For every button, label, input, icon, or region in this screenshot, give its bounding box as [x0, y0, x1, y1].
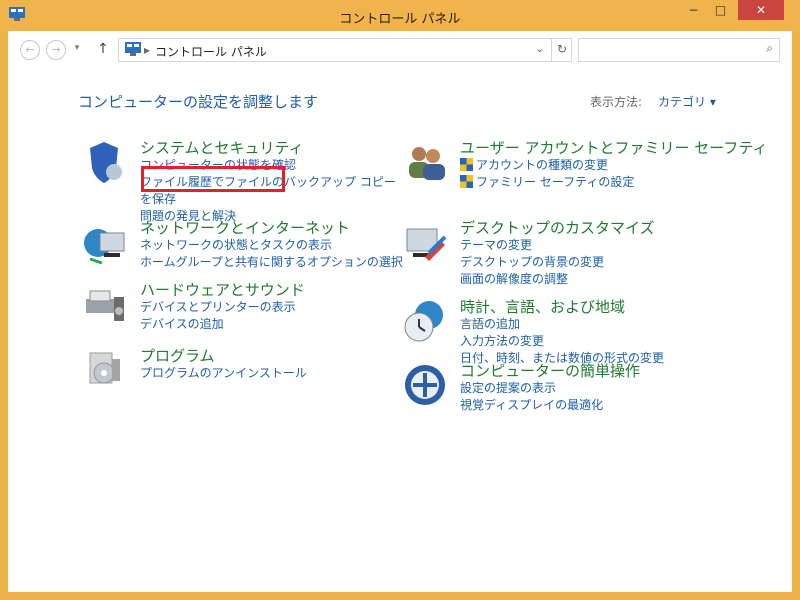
category-title[interactable]: ネットワークとインターネット — [140, 219, 420, 237]
category-title[interactable]: コンピューターの簡単操作 — [460, 362, 780, 380]
refresh-icon[interactable]: ↻ — [557, 42, 567, 56]
category-clock-language-region: 時計、言語、および地域 言語の追加 入力方法の変更 日付、時刻、または数値の形式… — [460, 298, 780, 367]
forward-arrow-icon[interactable]: → — [46, 40, 66, 60]
recent-locations-dropdown[interactable]: ▾ — [71, 41, 83, 55]
category-link[interactable]: プログラムのアンインストール — [140, 365, 400, 382]
category-link[interactable]: ファミリー セーフティの設定 — [460, 174, 780, 191]
control-panel-small-icon — [125, 42, 141, 56]
user-accounts-icon[interactable] — [401, 138, 449, 186]
category-link[interactable]: 視覚ディスプレイの最適化 — [460, 397, 780, 414]
search-icon[interactable]: ⌕ — [766, 41, 773, 56]
category-link[interactable]: アカウントの種類の変更 — [460, 157, 780, 174]
hardware-sound-icon[interactable] — [80, 281, 128, 329]
address-bar[interactable]: ▸ コントロール パネル ⌄ ↻ — [118, 38, 572, 62]
clock-language-region-icon[interactable] — [401, 297, 449, 345]
category-network-internet: ネットワークとインターネット ネットワークの状態とタスクの表示 ホームグループと… — [140, 219, 420, 271]
category-title[interactable]: デスクトップのカスタマイズ — [460, 219, 760, 237]
category-title[interactable]: 時計、言語、および地域 — [460, 298, 780, 316]
category-link[interactable]: 言語の追加 — [460, 316, 780, 333]
programs-icon[interactable] — [80, 345, 128, 393]
category-link[interactable]: ホームグループと共有に関するオプションの選択 — [140, 254, 420, 271]
breadcrumb-separator-icon: ▸ — [144, 43, 151, 57]
view-by-value[interactable]: カテゴリ — [658, 95, 706, 109]
category-link[interactable]: デスクトップの背景の変更 — [460, 254, 760, 271]
up-arrow-icon[interactable]: ↑ — [95, 40, 111, 58]
close-button[interactable]: ✕ — [738, 0, 784, 20]
view-by-label: 表示方法: — [590, 95, 643, 109]
network-internet-icon[interactable] — [80, 219, 128, 267]
address-divider — [551, 39, 552, 61]
search-input[interactable] — [583, 41, 757, 59]
maximize-button[interactable]: □ — [707, 0, 734, 20]
breadcrumb[interactable]: コントロール パネル — [155, 43, 267, 60]
link-label[interactable]: アカウントの種類の変更 — [476, 158, 608, 172]
category-programs: プログラム プログラムのアンインストール — [140, 347, 400, 382]
category-title[interactable]: ユーザー アカウントとファミリー セーフティ — [460, 139, 780, 157]
chevron-down-icon[interactable]: ▾ — [710, 95, 716, 109]
category-title[interactable]: プログラム — [140, 347, 400, 365]
link-label[interactable]: ファミリー セーフティの設定 — [476, 175, 634, 189]
search-box[interactable]: ⌕ — [578, 38, 780, 62]
category-ease-of-access: コンピューターの簡単操作 設定の提案の表示 視覚ディスプレイの最適化 — [460, 362, 780, 414]
uac-shield-icon — [460, 158, 473, 171]
address-dropdown-icon[interactable]: ⌄ — [535, 42, 544, 55]
highlight-box — [141, 166, 285, 192]
category-link[interactable]: デバイスの追加 — [140, 316, 400, 333]
category-link[interactable]: 入力方法の変更 — [460, 333, 780, 350]
back-arrow-icon[interactable]: ← — [20, 40, 40, 60]
category-hardware-sound: ハードウェアとサウンド デバイスとプリンターの表示 デバイスの追加 — [140, 281, 400, 333]
category-title[interactable]: システムとセキュリティ — [140, 139, 400, 157]
category-link[interactable]: 設定の提案の表示 — [460, 380, 780, 397]
category-desktop-customization: デスクトップのカスタマイズ テーマの変更 デスクトップの背景の変更 画面の解像度… — [460, 219, 760, 288]
category-link[interactable]: ネットワークの状態とタスクの表示 — [140, 237, 420, 254]
minimize-button[interactable]: − — [680, 0, 707, 20]
client-area: ← → ▾ ↑ ▸ コントロール パネル ⌄ ↻ ⌕ コンピューターの設定を調整… — [8, 31, 792, 592]
category-link[interactable]: デバイスとプリンターの表示 — [140, 299, 400, 316]
system-security-icon[interactable] — [80, 138, 128, 186]
page-title: コンピューターの設定を調整します — [78, 93, 319, 111]
title-bar[interactable]: コントロール パネル − □ ✕ — [0, 0, 800, 31]
category-link[interactable]: テーマの変更 — [460, 237, 760, 254]
uac-shield-icon — [460, 175, 473, 188]
desktop-customization-icon[interactable] — [401, 219, 449, 267]
navigation-bar: ← → ▾ ↑ ▸ コントロール パネル ⌄ ↻ ⌕ — [8, 31, 792, 67]
category-title[interactable]: ハードウェアとサウンド — [140, 281, 400, 299]
control-panel-window: コントロール パネル − □ ✕ ← → ▾ ↑ ▸ コントロール パネル ⌄ … — [0, 0, 800, 600]
view-by-dropdown[interactable]: カテゴリ ▾ — [658, 93, 716, 110]
category-user-accounts: ユーザー アカウントとファミリー セーフティ アカウントの種類の変更 ファミリー… — [460, 139, 780, 191]
ease-of-access-icon[interactable] — [401, 361, 449, 409]
category-link[interactable]: 画面の解像度の調整 — [460, 271, 760, 288]
